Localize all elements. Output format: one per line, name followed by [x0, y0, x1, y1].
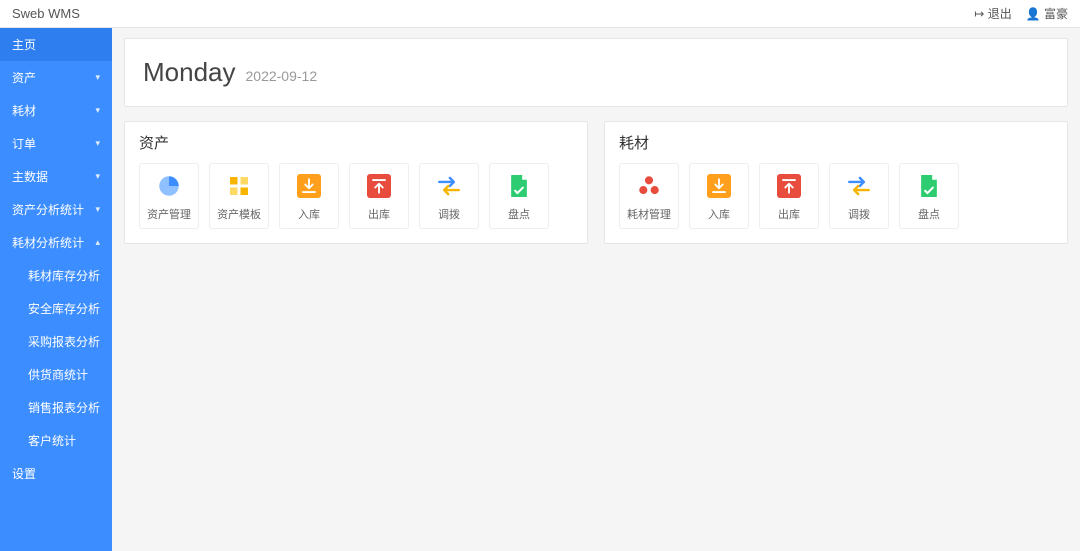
card-cons-manage[interactable]: 耗材管理	[619, 163, 679, 229]
logout-link[interactable]: ↦ 退出	[974, 5, 1011, 22]
card-label: 调拨	[438, 206, 460, 222]
topbar: Sweb WMS ↦ 退出 👤 富豪	[0, 0, 1080, 28]
sidebar-sub-safety-stock[interactable]: 安全库存分析	[0, 292, 112, 325]
card-asset-inventory[interactable]: 盘点	[489, 163, 549, 229]
sidebar-item-assets[interactable]: 资产▾	[0, 61, 112, 94]
download-icon	[705, 172, 733, 200]
chevron-down-icon: ▾	[95, 171, 100, 182]
card-asset-in[interactable]: 入库	[279, 163, 339, 229]
main: Monday 2022-09-12 资产 资产管理 资产模板	[112, 28, 1080, 551]
card-asset-out[interactable]: 出库	[349, 163, 409, 229]
swap-icon	[435, 172, 463, 200]
card-asset-transfer[interactable]: 调拨	[419, 163, 479, 229]
date: 2022-09-12	[246, 68, 318, 84]
panel-assets: 资产 资产管理 资产模板 入库	[124, 121, 588, 244]
card-label: 入库	[708, 206, 730, 222]
sidebar-item-settings[interactable]: 设置	[0, 457, 112, 490]
weekday: Monday	[143, 57, 236, 88]
panel-title-consumables: 耗材	[619, 132, 1053, 153]
chevron-up-icon: ▴	[95, 237, 100, 248]
card-cons-out[interactable]: 出库	[759, 163, 819, 229]
panel-consumables: 耗材 耗材管理 入库 出库	[604, 121, 1068, 244]
card-label: 资产模板	[217, 206, 261, 222]
chevron-down-icon: ▾	[95, 105, 100, 116]
card-label: 盘点	[918, 206, 940, 222]
card-cons-transfer[interactable]: 调拨	[829, 163, 889, 229]
cluster-icon	[635, 172, 663, 200]
panel-title-assets: 资产	[139, 132, 573, 153]
card-label: 资产管理	[147, 206, 191, 222]
sidebar-sub-supplier-stats[interactable]: 供货商统计	[0, 358, 112, 391]
sidebar: 主页 资产▾ 耗材▾ 订单▾ 主数据▾ 资产分析统计▾ 耗材分析统计▴ 耗材库存…	[0, 28, 112, 551]
card-label: 出库	[778, 206, 800, 222]
card-label: 调拨	[848, 206, 870, 222]
top-right: ↦ 退出 👤 富豪	[974, 5, 1068, 22]
card-cons-inventory[interactable]: 盘点	[899, 163, 959, 229]
app-title: Sweb WMS	[12, 6, 80, 21]
swap-icon	[845, 172, 873, 200]
card-label: 盘点	[508, 206, 530, 222]
sidebar-item-asset-analytics[interactable]: 资产分析统计▾	[0, 193, 112, 226]
file-check-icon	[915, 172, 943, 200]
card-asset-manage[interactable]: 资产管理	[139, 163, 199, 229]
sidebar-item-consumables[interactable]: 耗材▾	[0, 94, 112, 127]
sidebar-sub-customer-stats[interactable]: 客户统计	[0, 424, 112, 457]
user-link[interactable]: 👤 富豪	[1026, 5, 1068, 22]
card-label: 耗材管理	[627, 206, 671, 222]
sidebar-sub-purchase-report[interactable]: 采购报表分析	[0, 325, 112, 358]
download-icon	[295, 172, 323, 200]
sidebar-item-masterdata[interactable]: 主数据▾	[0, 160, 112, 193]
chevron-down-icon: ▾	[95, 138, 100, 149]
upload-icon	[775, 172, 803, 200]
chevron-down-icon: ▾	[95, 204, 100, 215]
card-cons-in[interactable]: 入库	[689, 163, 749, 229]
sidebar-item-orders[interactable]: 订单▾	[0, 127, 112, 160]
sidebar-item-home[interactable]: 主页	[0, 28, 112, 61]
pie-chart-icon	[155, 172, 183, 200]
card-asset-template[interactable]: 资产模板	[209, 163, 269, 229]
card-label: 入库	[298, 206, 320, 222]
header-card: Monday 2022-09-12	[124, 38, 1068, 107]
sidebar-sub-sales-report[interactable]: 销售报表分析	[0, 391, 112, 424]
card-label: 出库	[368, 206, 390, 222]
sidebar-item-consumable-analytics[interactable]: 耗材分析统计▴	[0, 226, 112, 259]
grid-icon	[225, 172, 253, 200]
chevron-down-icon: ▾	[95, 72, 100, 83]
sidebar-sub-stock-analysis[interactable]: 耗材库存分析	[0, 259, 112, 292]
upload-icon	[365, 172, 393, 200]
file-check-icon	[505, 172, 533, 200]
